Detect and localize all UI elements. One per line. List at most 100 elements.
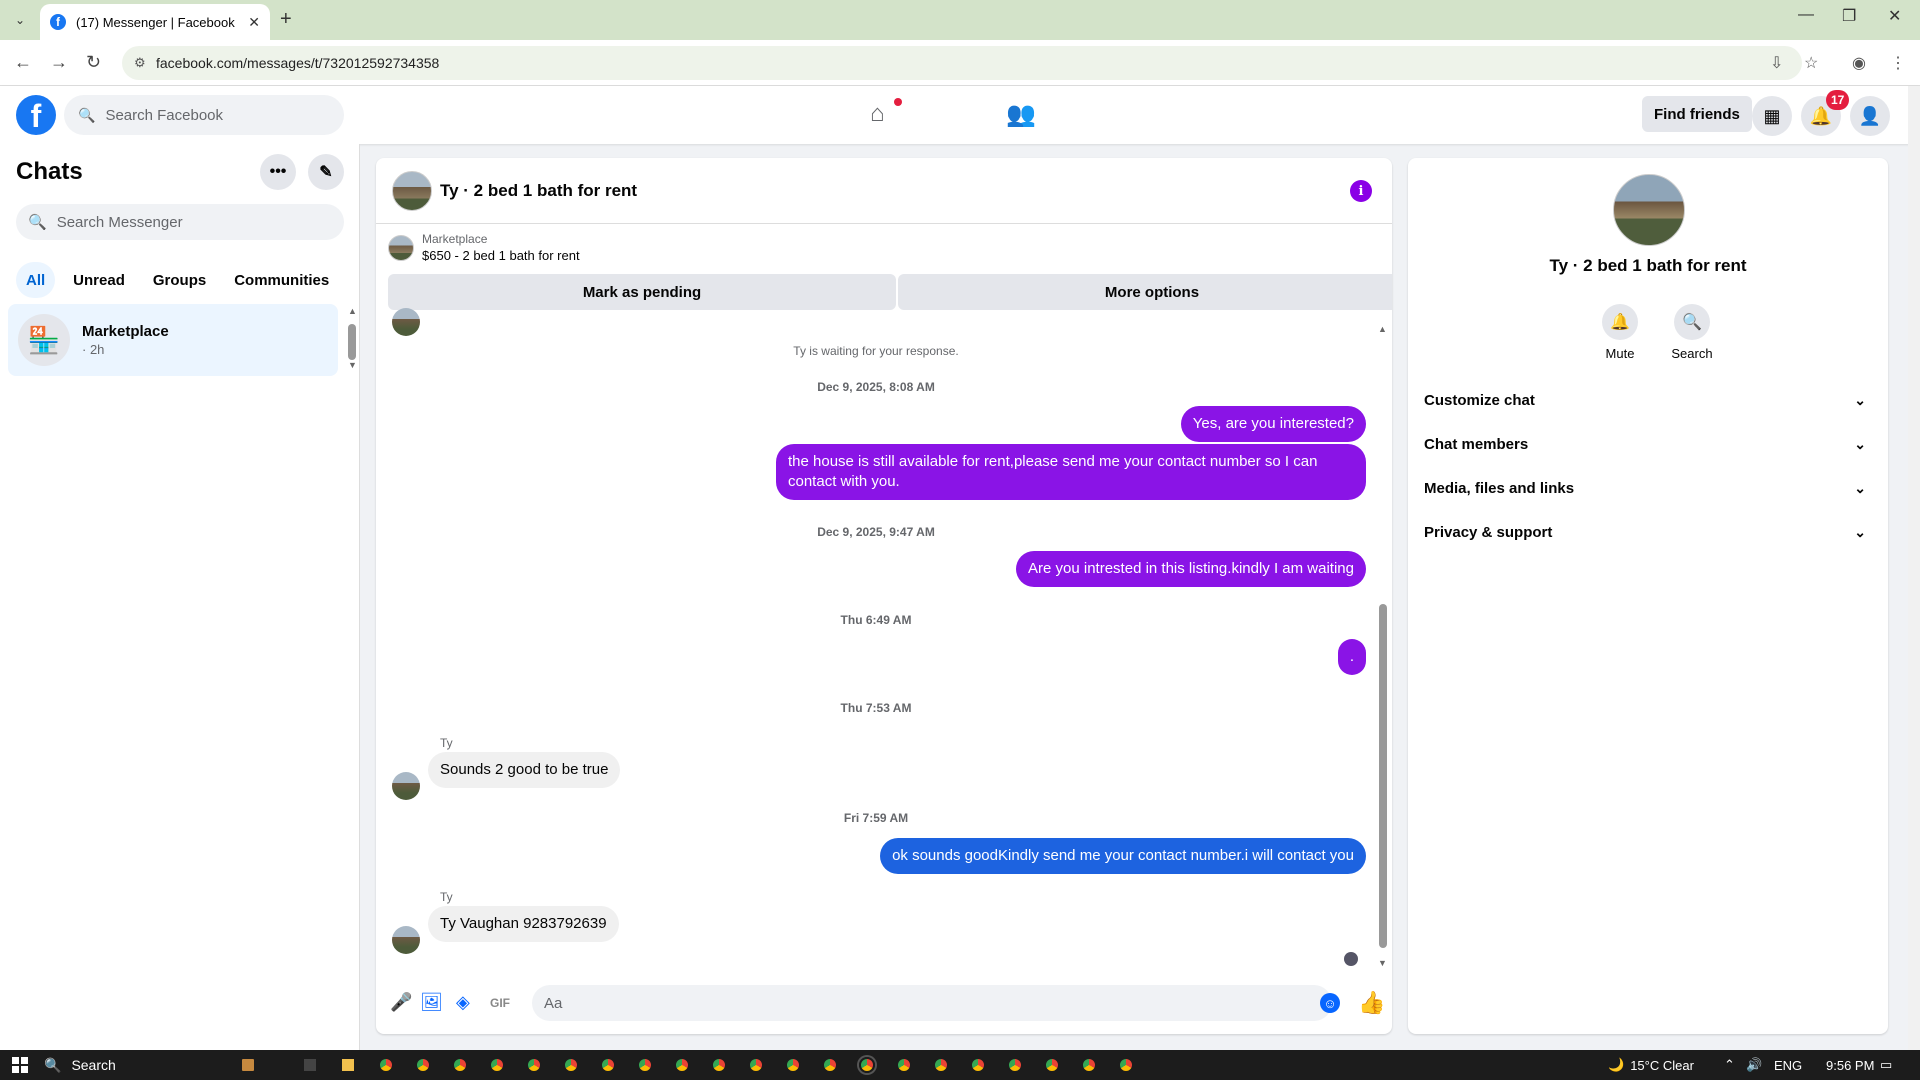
account-avatar[interactable]: 👤 (1850, 96, 1890, 136)
chrome-taskbar-icon[interactable] (711, 1057, 727, 1073)
forward-icon[interactable]: → (50, 52, 68, 73)
site-info-icon[interactable]: ⚙ (134, 55, 146, 71)
taskbar-search[interactable]: 🔍 Search (44, 1050, 116, 1080)
chrome-taskbar-icon[interactable] (489, 1057, 505, 1073)
thread-scrollbar[interactable] (1379, 604, 1387, 948)
volume-icon[interactable]: 🔊 (1746, 1050, 1762, 1080)
chrome-taskbar-icon[interactable] (563, 1057, 579, 1073)
chrome-taskbar-icon[interactable] (637, 1057, 653, 1073)
tab-search-chevron-icon[interactable]: ⌄ (10, 10, 30, 30)
scroll-up-icon[interactable]: ▲ (348, 306, 357, 316)
info-icon[interactable]: i (1350, 180, 1372, 202)
task-view-icon[interactable] (302, 1057, 318, 1073)
contact-avatar[interactable] (392, 170, 432, 211)
chrome-taskbar-icon[interactable] (1081, 1057, 1097, 1073)
chrome-taskbar-icon[interactable] (748, 1057, 764, 1073)
notification-center-icon[interactable]: ▭ (1880, 1050, 1892, 1080)
reload-icon[interactable]: ↻ (86, 52, 101, 73)
clock[interactable]: 9:56 PM (1826, 1050, 1874, 1080)
menu-grid-icon[interactable]: ▦ (1752, 96, 1792, 136)
mute-action[interactable]: 🔔 Mute (1590, 304, 1650, 361)
filter-unread[interactable]: Unread (63, 262, 135, 298)
outgoing-message[interactable]: the house is still available for rent,pl… (776, 444, 1366, 500)
filter-all[interactable]: All (16, 262, 56, 298)
windows-start-icon[interactable] (12, 1057, 28, 1073)
outgoing-message[interactable]: ok sounds goodKindly send me your contac… (880, 838, 1366, 874)
restore-icon[interactable]: ❐ (1842, 6, 1856, 26)
profile-icon[interactable]: ◉ (1852, 53, 1866, 73)
sticker-icon[interactable]: ◈ (456, 992, 470, 1013)
scroll-down-icon[interactable]: ▼ (1378, 958, 1387, 968)
chat-options-icon[interactable]: ••• (260, 154, 296, 190)
outgoing-message[interactable]: Are you intrested in this listing.kindly… (1016, 551, 1366, 587)
chrome-taskbar-icon[interactable] (785, 1057, 801, 1073)
listing-banner[interactable]: Marketplace $650 - 2 bed 1 bath for rent (388, 232, 580, 263)
chrome-taskbar-icon[interactable] (822, 1057, 838, 1073)
chrome-taskbar-icon[interactable] (933, 1057, 949, 1073)
close-tab-icon[interactable]: ✕ (248, 14, 260, 31)
message-input[interactable]: Aa (532, 985, 1332, 1021)
messenger-search-input[interactable]: 🔍 Search Messenger (16, 204, 344, 240)
find-friends-button[interactable]: Find friends (1642, 96, 1752, 132)
like-thumbs-up-icon[interactable]: 👍 (1358, 990, 1385, 1016)
tray-chevron-icon[interactable]: ⌃ (1724, 1050, 1735, 1080)
scroll-up-icon[interactable]: ▲ (1378, 324, 1387, 334)
listing-title: $650 - 2 bed 1 bath for rent (422, 248, 580, 263)
emoji-icon[interactable]: ☺ (1320, 993, 1340, 1013)
chrome-taskbar-icon[interactable] (896, 1057, 912, 1073)
chrome-taskbar-icon[interactable] (1007, 1057, 1023, 1073)
incoming-message[interactable]: Ty Vaughan 9283792639 (428, 906, 619, 942)
address-bar[interactable]: ⚙ facebook.com/messages/t/73201259273435… (122, 46, 1802, 80)
chats-heading: Chats (16, 158, 83, 185)
section-privacy-support[interactable]: Privacy & support ⌄ (1424, 514, 1874, 550)
close-window-icon[interactable]: ✕ (1888, 6, 1901, 26)
section-media-files-links[interactable]: Media, files and links ⌄ (1424, 470, 1874, 506)
gif-icon[interactable]: GIF (490, 996, 510, 1010)
chrome-taskbar-icon[interactable] (378, 1057, 394, 1073)
weather-widget[interactable]: 🌙 15°C Clear (1608, 1050, 1694, 1080)
home-icon[interactable]: ⌂ (870, 100, 885, 128)
chrome-taskbar-icon[interactable] (1118, 1057, 1134, 1073)
chrome-taskbar-icon[interactable] (526, 1057, 542, 1073)
language-indicator[interactable]: ENG (1774, 1050, 1802, 1080)
browser-menu-icon[interactable]: ⋮ (1890, 53, 1906, 73)
outgoing-message[interactable]: . (1337, 639, 1366, 675)
file-explorer-icon[interactable] (340, 1057, 356, 1073)
scroll-down-icon[interactable]: ▼ (348, 360, 357, 370)
chrome-taskbar-icon[interactable] (970, 1057, 986, 1073)
new-tab-icon[interactable]: + (280, 8, 292, 31)
microphone-icon[interactable]: 🎤 (390, 992, 412, 1013)
chrome-taskbar-icon[interactable] (415, 1057, 431, 1073)
search-action[interactable]: 🔍 Search (1662, 304, 1722, 361)
chat-item-marketplace[interactable]: 🏪 Marketplace · 2h (8, 304, 338, 376)
conversation-title[interactable]: Ty · 2 bed 1 bath for rent (440, 181, 637, 201)
section-customize-chat[interactable]: Customize chat ⌄ (1424, 382, 1874, 418)
search-icon: 🔍 (28, 214, 47, 231)
news-widget-icon[interactable] (240, 1057, 256, 1073)
more-options-button[interactable]: More options (898, 274, 1392, 310)
page-scrollbar[interactable] (1908, 86, 1920, 1050)
facebook-logo[interactable]: f (16, 95, 56, 135)
section-chat-members[interactable]: Chat members ⌄ (1424, 426, 1874, 462)
mark-as-pending-button[interactable]: Mark as pending (388, 274, 896, 310)
filter-communities[interactable]: Communities (224, 262, 339, 298)
back-icon[interactable]: ← (14, 52, 32, 73)
chrome-taskbar-icon[interactable] (452, 1057, 468, 1073)
friends-icon[interactable]: 👥 (1006, 100, 1036, 129)
chrome-taskbar-icon-active[interactable] (859, 1057, 875, 1073)
new-message-icon[interactable]: ✎ (308, 154, 344, 190)
browser-tab-messenger[interactable]: f (17) Messenger | Facebook ✕ (40, 4, 270, 40)
bookmark-star-icon[interactable]: ☆ (1804, 53, 1818, 73)
facebook-search-input[interactable]: 🔍 Search Facebook (64, 95, 344, 135)
chrome-taskbar-icon[interactable] (674, 1057, 690, 1073)
chrome-taskbar-icon[interactable] (600, 1057, 616, 1073)
filter-groups[interactable]: Groups (143, 262, 216, 298)
chat-list-scrollbar[interactable] (348, 324, 356, 360)
outgoing-message[interactable]: Yes, are you interested? (1180, 406, 1366, 442)
install-app-icon[interactable]: ⇩ (1770, 53, 1783, 73)
chrome-taskbar-icon[interactable] (1044, 1057, 1060, 1073)
minimize-icon[interactable]: — (1798, 6, 1814, 24)
contact-profile-avatar[interactable] (1613, 174, 1685, 246)
incoming-message[interactable]: Sounds 2 good to be true (428, 752, 621, 788)
attach-image-icon[interactable]: 🖼 (420, 992, 443, 1013)
